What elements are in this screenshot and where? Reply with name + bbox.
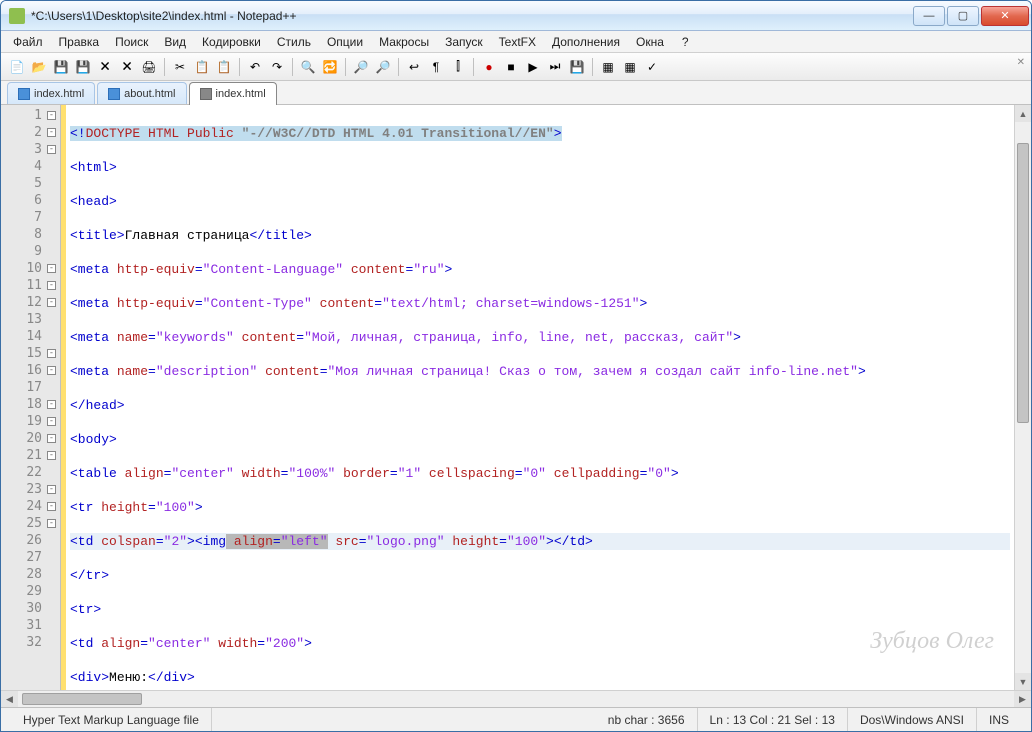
window-title: *C:\Users\1\Desktop\site2\index.html - N… xyxy=(31,9,913,23)
file-tab-2[interactable]: about.html xyxy=(97,82,186,104)
menu-help[interactable]: ? xyxy=(676,33,695,51)
menu-view[interactable]: Вид xyxy=(158,33,192,51)
redo-icon[interactable]: ↷ xyxy=(267,57,287,77)
fold-icon[interactable]: - xyxy=(47,519,56,528)
statusbar: Hyper Text Markup Language file nb char … xyxy=(1,707,1031,731)
tab-label: about.html xyxy=(124,88,175,100)
scroll-left-icon[interactable]: ◀ xyxy=(1,691,18,708)
new-file-icon[interactable]: 📄 xyxy=(7,57,27,77)
toolbar-misc-2-icon[interactable]: ▦ xyxy=(620,57,640,77)
stop-macro-icon[interactable]: ■ xyxy=(501,57,521,77)
window-controls: — ▢ ✕ xyxy=(913,6,1029,26)
show-all-icon[interactable]: ¶ xyxy=(426,57,446,77)
print-icon[interactable]: 🖨 xyxy=(139,57,159,77)
save-icon[interactable]: 💾 xyxy=(51,57,71,77)
status-mode: INS xyxy=(977,708,1021,731)
close-all-icon[interactable]: 🗙 xyxy=(117,57,137,77)
menu-plugins[interactable]: Дополнения xyxy=(546,33,626,51)
fold-icon[interactable]: - xyxy=(47,366,56,375)
file-icon xyxy=(18,88,30,100)
scroll-down-icon[interactable]: ▼ xyxy=(1015,673,1031,690)
secondary-close-icon[interactable]: ✕ xyxy=(1017,57,1025,68)
tab-label: index.html xyxy=(216,88,266,100)
menu-run[interactable]: Запуск xyxy=(439,33,489,51)
fold-icon[interactable]: - xyxy=(47,434,56,443)
scroll-thumb-h[interactable] xyxy=(22,693,142,705)
scroll-right-icon[interactable]: ▶ xyxy=(1014,691,1031,708)
menu-options[interactable]: Опции xyxy=(321,33,369,51)
open-file-icon[interactable]: 📂 xyxy=(29,57,49,77)
app-icon xyxy=(9,8,25,24)
fold-icon[interactable]: - xyxy=(47,281,56,290)
minimize-button[interactable]: — xyxy=(913,6,945,26)
scroll-thumb-v[interactable] xyxy=(1017,143,1029,423)
app-window: *C:\Users\1\Desktop\site2\index.html - N… xyxy=(0,0,1032,732)
scroll-up-icon[interactable]: ▲ xyxy=(1015,105,1031,122)
menu-macros[interactable]: Макросы xyxy=(373,33,435,51)
toolbar-misc-1-icon[interactable]: ▦ xyxy=(598,57,618,77)
file-icon xyxy=(108,88,120,100)
code-editor[interactable]: <!DOCTYPE HTML Public "-//W3C//DTD HTML … xyxy=(66,105,1014,690)
undo-icon[interactable]: ↶ xyxy=(245,57,265,77)
fold-icon[interactable]: - xyxy=(47,111,56,120)
status-encoding: Dos\Windows ANSI xyxy=(848,708,977,731)
zoom-in-icon[interactable]: 🔎 xyxy=(351,57,371,77)
menu-textfx[interactable]: TextFX xyxy=(493,33,542,51)
fold-icon[interactable]: - xyxy=(47,145,56,154)
menu-file[interactable]: Файл xyxy=(7,33,49,51)
find-icon[interactable]: 🔍 xyxy=(298,57,318,77)
paste-icon[interactable]: 📋 xyxy=(214,57,234,77)
menu-encoding[interactable]: Кодировки xyxy=(196,33,267,51)
file-tab-3[interactable]: index.html xyxy=(189,82,277,105)
cut-icon[interactable]: ✂ xyxy=(170,57,190,77)
replace-icon[interactable]: 🔁 xyxy=(320,57,340,77)
wrap-icon[interactable]: ↩ xyxy=(404,57,424,77)
menubar: Файл Правка Поиск Вид Кодировки Стиль Оп… xyxy=(1,31,1031,53)
menu-windows[interactable]: Окна xyxy=(630,33,670,51)
toolbar-misc-3-icon[interactable]: ✓ xyxy=(642,57,662,77)
menu-style[interactable]: Стиль xyxy=(271,33,317,51)
close-button[interactable]: ✕ xyxy=(981,6,1029,26)
play-multi-icon[interactable]: ⏭ xyxy=(545,57,565,77)
fold-icon[interactable]: - xyxy=(47,349,56,358)
close-file-icon[interactable]: 🗙 xyxy=(95,57,115,77)
status-position: Ln : 13 Col : 21 Sel : 13 xyxy=(698,708,848,731)
file-tab-1[interactable]: index.html xyxy=(7,82,95,104)
line-number-gutter: 1- 2- 3- 4 5 6 7 8 9 10- 11- 12- 13 14 1… xyxy=(1,105,61,690)
fold-icon[interactable]: - xyxy=(47,400,56,409)
menu-search[interactable]: Поиск xyxy=(109,33,154,51)
fold-icon[interactable]: - xyxy=(47,128,56,137)
status-chars: nb char : 3656 xyxy=(596,708,698,731)
file-icon xyxy=(200,88,212,100)
zoom-out-icon[interactable]: 🔎 xyxy=(373,57,393,77)
tabstrip: index.html about.html index.html xyxy=(1,81,1031,105)
record-macro-icon[interactable]: ● xyxy=(479,57,499,77)
editor-area: 1- 2- 3- 4 5 6 7 8 9 10- 11- 12- 13 14 1… xyxy=(1,105,1031,690)
fold-icon[interactable]: - xyxy=(47,502,56,511)
save-all-icon[interactable]: 💾 xyxy=(73,57,93,77)
fold-icon[interactable]: - xyxy=(47,264,56,273)
fold-icon[interactable]: - xyxy=(47,485,56,494)
indent-guide-icon[interactable]: ⫿ xyxy=(448,57,468,77)
copy-icon[interactable]: 📋 xyxy=(192,57,212,77)
horizontal-scrollbar[interactable]: ◀ ▶ xyxy=(1,690,1031,707)
status-filetype: Hyper Text Markup Language file xyxy=(11,708,212,731)
save-macro-icon[interactable]: 💾 xyxy=(567,57,587,77)
maximize-button[interactable]: ▢ xyxy=(947,6,979,26)
tab-label: index.html xyxy=(34,88,84,100)
fold-icon[interactable]: - xyxy=(47,417,56,426)
vertical-scrollbar[interactable]: ▲ ▼ xyxy=(1014,105,1031,690)
fold-icon[interactable]: - xyxy=(47,298,56,307)
menu-edit[interactable]: Правка xyxy=(53,33,106,51)
fold-icon[interactable]: - xyxy=(47,451,56,460)
toolbar: 📄 📂 💾 💾 🗙 🗙 🖨 ✂ 📋 📋 ↶ ↷ 🔍 🔁 🔎 🔎 ↩ ¶ ⫿ ● … xyxy=(1,53,1031,81)
play-macro-icon[interactable]: ▶ xyxy=(523,57,543,77)
titlebar[interactable]: *C:\Users\1\Desktop\site2\index.html - N… xyxy=(1,1,1031,31)
